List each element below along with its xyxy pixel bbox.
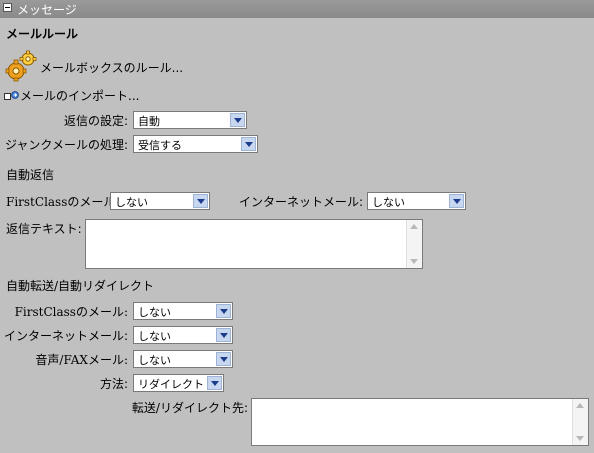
scroll-down-icon[interactable] <box>410 259 418 264</box>
auto-forward-title: 自動転送/自動リダイレクト <box>6 279 155 293</box>
method-label: 方法: <box>99 377 128 391</box>
auto-reply-internet-select[interactable]: しない <box>367 192 466 210</box>
section-title: メッセージ <box>17 3 77 17</box>
collapse-minus-icon[interactable] <box>3 3 12 12</box>
method-select[interactable]: リダイレクト <box>133 374 224 392</box>
section-header[interactable]: メッセージ <box>0 0 594 18</box>
auto-reply-firstclass-value: しない <box>115 196 148 209</box>
auto-reply-firstclass-label: FirstClassのメール: <box>6 195 120 209</box>
chevron-down-icon[interactable] <box>216 328 231 342</box>
destination-label: 転送/リダイレクト先: <box>131 401 248 415</box>
voice-fax-select[interactable]: しない <box>133 350 233 368</box>
mailbox-rules-link[interactable]: メールボックスのルール... <box>40 59 183 76</box>
method-value: リダイレクト <box>138 378 204 391</box>
reply-setting-select[interactable]: 自動 <box>133 111 247 129</box>
chevron-down-icon[interactable] <box>193 194 208 208</box>
gears-icon <box>5 50 37 82</box>
chevron-down-icon[interactable] <box>241 137 256 151</box>
chevron-down-icon[interactable] <box>449 194 464 208</box>
auto-forward-internet-label: インターネットメール: <box>3 329 128 343</box>
reply-text-label: 返信テキスト: <box>6 222 82 236</box>
reply-setting-label: 返信の設定: <box>63 114 128 128</box>
scroll-down-icon[interactable] <box>576 436 584 441</box>
auto-forward-firstclass-label: FirstClassのメール: <box>14 305 128 319</box>
import-mail-icon <box>4 90 20 102</box>
scroll-up-icon[interactable] <box>576 403 584 408</box>
auto-reply-title: 自動返信 <box>6 168 55 182</box>
chevron-down-icon[interactable] <box>230 113 245 127</box>
junk-mail-select[interactable]: 受信する <box>133 135 258 153</box>
voice-fax-value: しない <box>138 354 171 367</box>
auto-forward-firstclass-value: しない <box>138 306 171 319</box>
junk-mail-label: ジャンクメールの処理: <box>5 138 128 152</box>
destination-text-area[interactable] <box>251 398 589 446</box>
auto-reply-internet-value: しない <box>372 196 405 209</box>
chevron-down-icon[interactable] <box>216 352 231 366</box>
chevron-down-icon[interactable] <box>216 304 231 318</box>
reply-text-area[interactable] <box>85 219 423 269</box>
auto-forward-firstclass-select[interactable]: しない <box>133 302 233 320</box>
auto-reply-internet-label: インターネットメール: <box>239 195 364 209</box>
chevron-down-icon[interactable] <box>207 376 222 390</box>
import-mail-link[interactable]: メールのインポート... <box>20 87 139 104</box>
voice-fax-label: 音声/FAXメール: <box>35 353 128 367</box>
auto-reply-firstclass-select[interactable]: しない <box>110 192 210 210</box>
scroll-up-icon[interactable] <box>410 224 418 229</box>
auto-forward-internet-value: しない <box>138 330 171 343</box>
junk-mail-value: 受信する <box>138 139 182 152</box>
mail-rules-title: メールルール <box>6 27 79 41</box>
destination-scrollbar[interactable] <box>572 399 588 445</box>
reply-setting-value: 自動 <box>138 115 160 128</box>
reply-text-scrollbar[interactable] <box>406 220 422 268</box>
auto-forward-internet-select[interactable]: しない <box>133 326 233 344</box>
